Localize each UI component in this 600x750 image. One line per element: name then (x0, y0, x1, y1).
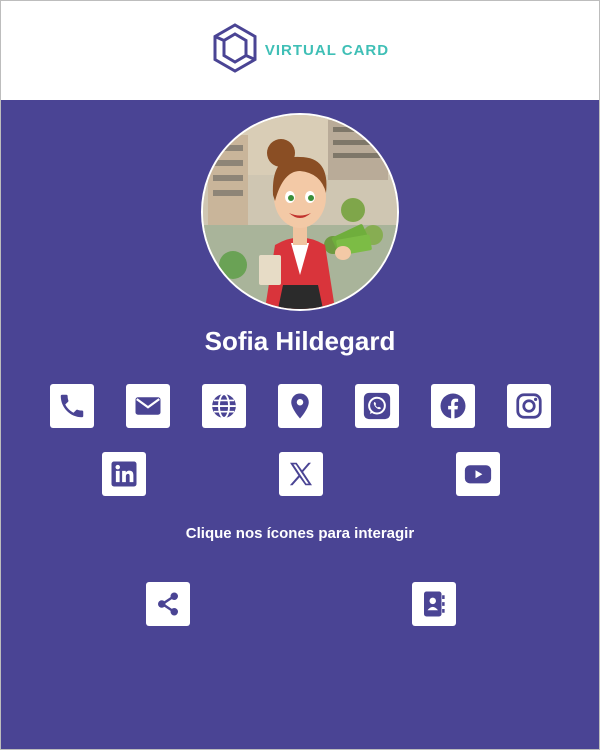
whatsapp-icon (362, 391, 392, 421)
brand-logo[interactable]: VIRTUAL CARD (211, 23, 389, 78)
instagram-icon (514, 391, 544, 421)
youtube-icon (463, 459, 493, 489)
email-icon (133, 391, 163, 421)
x-icon (286, 459, 316, 489)
whatsapp-button[interactable] (355, 384, 399, 428)
facebook-icon (438, 391, 468, 421)
virtual-card-page: VIRTUAL CARD Sofia Hildegard Clique nos … (0, 0, 600, 750)
youtube-button[interactable] (456, 452, 500, 496)
linkedin-button[interactable] (102, 452, 146, 496)
email-button[interactable] (126, 384, 170, 428)
facebook-button[interactable] (431, 384, 475, 428)
interaction-hint: Clique nos ícones para interagir (185, 525, 415, 542)
share-button[interactable] (146, 582, 190, 626)
save-contact-button[interactable] (412, 582, 456, 626)
contact-book-icon (419, 589, 449, 619)
x-button[interactable] (279, 452, 323, 496)
website-button[interactable] (202, 384, 246, 428)
avatar (201, 113, 399, 311)
location-button[interactable] (278, 384, 322, 428)
linkedin-icon (109, 459, 139, 489)
hexagon-cube-icon (211, 23, 259, 78)
instagram-button[interactable] (507, 384, 551, 428)
phone-button[interactable] (50, 384, 94, 428)
phone-icon (57, 391, 87, 421)
location-pin-icon (285, 391, 315, 421)
profile-name: Sofia Hildegard (204, 326, 396, 356)
share-icon (153, 589, 183, 619)
globe-icon (209, 391, 239, 421)
header: VIRTUAL CARD (1, 1, 599, 100)
brand-name: VIRTUAL CARD (264, 42, 390, 59)
